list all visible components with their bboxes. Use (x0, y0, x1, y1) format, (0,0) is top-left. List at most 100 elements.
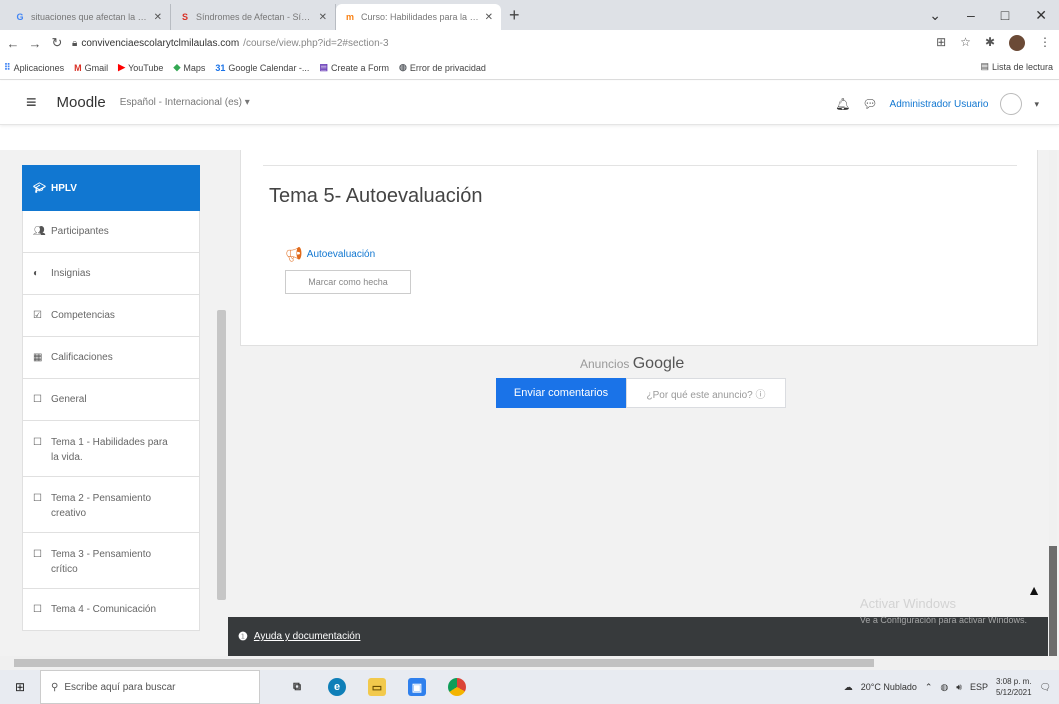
drawer-item-tema-3[interactable]: ☐ Tema 3 - Pensamiento crítico (22, 533, 200, 589)
google-icon: G (16, 12, 24, 22)
browser-tab[interactable]: S Síndromes de Afectan - Síndrome ✕ (171, 4, 336, 30)
bookmark-maps[interactable]: ◆ Maps (173, 62, 205, 73)
reload-icon[interactable]: ↻ (50, 35, 64, 51)
reading-list-label: Lista de lectura (991, 61, 1053, 72)
drawer-item-general[interactable]: ☐ General (22, 379, 200, 421)
address-bar-row: ← → ↻ 🔒︎ convivenciaescolarytclmilaulas.… (0, 30, 1059, 56)
more-menu-icon[interactable]: ⋮ (1039, 35, 1051, 51)
chevron-down-icon[interactable]: ▾ (1034, 99, 1039, 110)
system-tray: ☁ 20°C Nublado ⌃ ◍ 🔊︎ ESP 3:08 p. m. 5/1… (844, 670, 1051, 704)
url-field[interactable]: 🔒︎ convivenciaescolarytclmilaulas.com/co… (72, 38, 389, 49)
drawer-scrollbar[interactable] (217, 310, 226, 600)
notification-bell-icon[interactable]: 🔔︎ (835, 97, 850, 111)
user-name[interactable]: Administrador Usuario (890, 99, 989, 110)
activity-item[interactable]: 📢︎ Autoevaluación (285, 246, 375, 263)
notifications-icon[interactable]: 🗨︎ (1040, 682, 1051, 693)
taskbar-clock[interactable]: 3:08 p. m. 5/12/2021 (996, 676, 1032, 698)
close-window-button[interactable]: ✕ (1035, 7, 1047, 24)
messages-icon[interactable]: 💬︎ (862, 97, 877, 111)
drawer-item-badges[interactable]: ◐ Insignias (22, 253, 200, 295)
drawer-item-tema-1[interactable]: ☐ Tema 1 - Habilidades para la vida. (22, 421, 200, 477)
windows-activation-watermark: Activar Windows Ve a Configuración para … (860, 596, 1027, 628)
drawer-item-tema-4[interactable]: ☐ Tema 4 - Comunicación (22, 589, 200, 631)
ads-label: Anuncios (580, 357, 630, 371)
drawer-item-competencies[interactable]: ☑ Competencias (22, 295, 200, 337)
taskbar-search-placeholder: Escribe aquí para buscar (64, 681, 176, 693)
drawer-item-participants[interactable]: 👥︎ Participantes (22, 211, 200, 253)
close-tab-icon[interactable]: ✕ (154, 12, 162, 23)
activity-link[interactable]: Autoevaluación (307, 249, 375, 260)
horizontal-scrollbar-thumb[interactable] (14, 659, 874, 667)
window-controls: ⌄ – □ ✕ (929, 0, 1059, 30)
taskbar-apps: ⧉ e ▭ ▣ (288, 678, 466, 696)
task-view-icon[interactable]: ⧉ (288, 678, 306, 696)
drawer-item-course[interactable]: 🎓︎ HPLV (22, 165, 200, 211)
forward-arrow-icon[interactable]: → (28, 36, 42, 51)
drawer-item-grades[interactable]: ▦ Calificaciones (22, 337, 200, 379)
store-icon[interactable]: ▣ (408, 678, 426, 696)
drawer-item-tema-2[interactable]: ☐ Tema 2 - Pensamiento creativo (22, 477, 200, 533)
bookmark-forms[interactable]: ▤ Create a Form (319, 62, 389, 73)
user-avatar[interactable] (1000, 93, 1023, 115)
close-tab-icon[interactable]: ✕ (485, 12, 493, 23)
info-icon: ❶ (238, 631, 248, 643)
drawer-item-label: Tema 3 - Pensamiento crítico (51, 549, 152, 575)
close-tab-icon[interactable]: ✕ (319, 12, 327, 23)
volume-icon[interactable]: 🔊︎ (956, 682, 962, 693)
user-nav: 🔔︎ 💬︎ Administrador Usuario ▾ (835, 93, 1039, 115)
search-icon: ⚲ (51, 681, 59, 693)
nav-drawer: 🎓︎ HPLV 👥︎ Participantes ◐ Insignias ☑ Compe… (0, 150, 228, 656)
new-tab-button[interactable]: + (509, 5, 520, 26)
file-explorer-icon[interactable]: ▭ (368, 678, 386, 696)
star-icon[interactable]: ☆ (960, 35, 971, 51)
taskbar-search[interactable]: ⚲ Escribe aquí para buscar (40, 670, 260, 704)
why-this-ad-button[interactable]: ¿Por qué este anuncio? ⓘ (626, 378, 786, 408)
folder-icon: ☐ (33, 437, 42, 448)
translate-icon[interactable]: ⊞ (936, 35, 946, 51)
mark-as-done-button[interactable]: Marcar como hecha (285, 270, 411, 294)
page-scrollbar-thumb[interactable] (1049, 546, 1057, 656)
horizontal-scrollbar[interactable] (0, 656, 1059, 670)
reading-list-button[interactable]: ▤ Lista de lectura (980, 61, 1053, 72)
bookmark-youtube[interactable]: ▶ YouTube (118, 62, 163, 73)
ads-header: Anuncios Google (580, 355, 684, 373)
language-selector[interactable]: Español - Internacional (es) ▾ (120, 97, 250, 108)
windows-start-icon[interactable]: ⊞ (0, 670, 40, 704)
watermark-title: Activar Windows (859, 596, 956, 611)
bookmark-label: Google Calendar -... (228, 62, 310, 73)
bookmark-gmail[interactable]: M Gmail (74, 63, 108, 73)
browser-tab-active[interactable]: m Curso: Habilidades para la vida ✕ (336, 4, 501, 30)
network-icon[interactable]: ◍ (940, 682, 948, 693)
minimize-button[interactable]: – (967, 7, 975, 23)
edge-icon[interactable]: e (328, 678, 346, 696)
help-docs-link[interactable]: Ayuda y documentación (254, 631, 361, 642)
maximize-button[interactable]: □ (1001, 7, 1009, 23)
back-arrow-icon[interactable]: ← (6, 36, 20, 51)
gmail-icon: M (74, 62, 82, 73)
bookmark-privacy[interactable]: ◍ Error de privacidad (399, 62, 486, 73)
browser-tab[interactable]: G situaciones que afectan la convi ✕ (6, 4, 171, 30)
drawer-item-label: HPLV (51, 182, 77, 194)
weather-icon[interactable]: ☁ (844, 682, 853, 693)
bookmark-apps[interactable]: ⠿ Aplicaciones (4, 62, 64, 73)
extensions-icon[interactable]: ✱ (985, 35, 995, 51)
moodle-navbar: ≡ Moodle Español - Internacional (es) ▾ … (0, 81, 1059, 125)
arrow-up-icon[interactable]: ▲ (1027, 582, 1041, 598)
lang-indicator[interactable]: ESP (970, 682, 988, 692)
clock-date: 5/12/2021 (995, 688, 1032, 697)
clock-time: 3:08 p. m. (995, 677, 1032, 686)
bookmark-calendar[interactable]: 31 Google Calendar -... (215, 63, 309, 73)
send-feedback-button[interactable]: Enviar comentarios (496, 378, 626, 408)
chrome-icon[interactable] (448, 678, 466, 696)
drawer-item-label: General (51, 394, 87, 405)
tab-title: situaciones que afectan la convi (31, 12, 149, 22)
chevron-up-icon[interactable]: ⌃ (925, 682, 933, 693)
maps-icon: ◆ (173, 62, 181, 72)
site-brand[interactable]: Moodle (57, 94, 106, 111)
bookmarks-bar: ⠿ Aplicaciones M Gmail ▶ YouTube ◆ Maps 31 Go… (0, 56, 1059, 80)
tab-search-icon[interactable]: ⌄ (929, 7, 941, 24)
menu-icon[interactable]: ≡ (26, 92, 37, 113)
tab-title: Síndromes de Afectan - Síndrome (196, 12, 314, 22)
weather-text[interactable]: 20°C Nublado (861, 682, 917, 692)
profile-avatar[interactable] (1009, 35, 1025, 51)
